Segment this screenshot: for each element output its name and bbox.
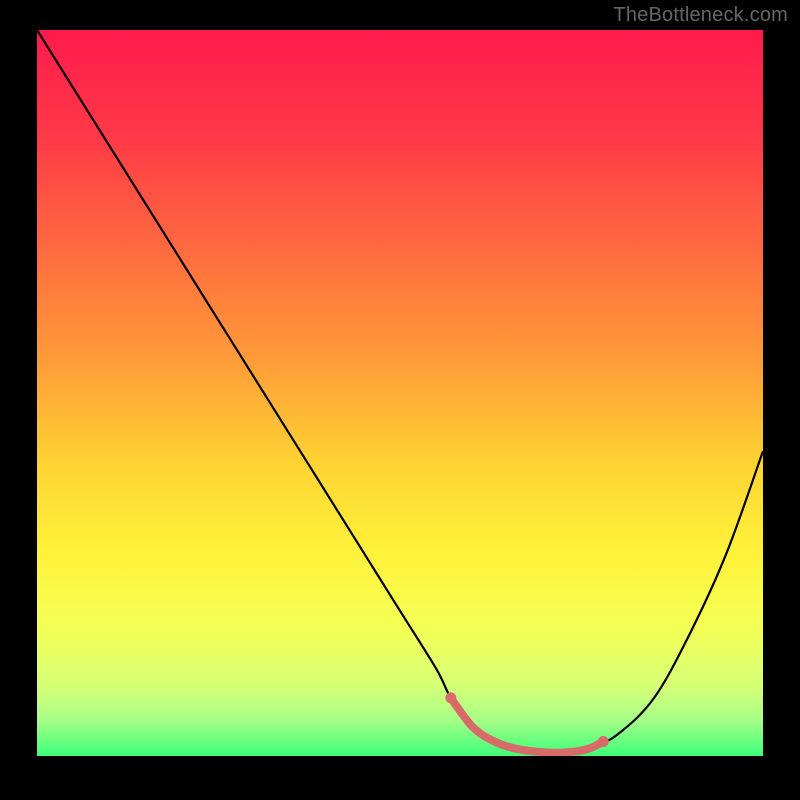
watermark-text: TheBottleneck.com	[613, 4, 788, 27]
highlight-endpoint-right	[598, 736, 609, 747]
gradient-background	[37, 30, 763, 756]
highlight-endpoint-left	[445, 692, 456, 703]
chart-svg	[37, 30, 763, 756]
plot-area	[37, 30, 763, 756]
chart-frame: TheBottleneck.com	[0, 0, 800, 800]
